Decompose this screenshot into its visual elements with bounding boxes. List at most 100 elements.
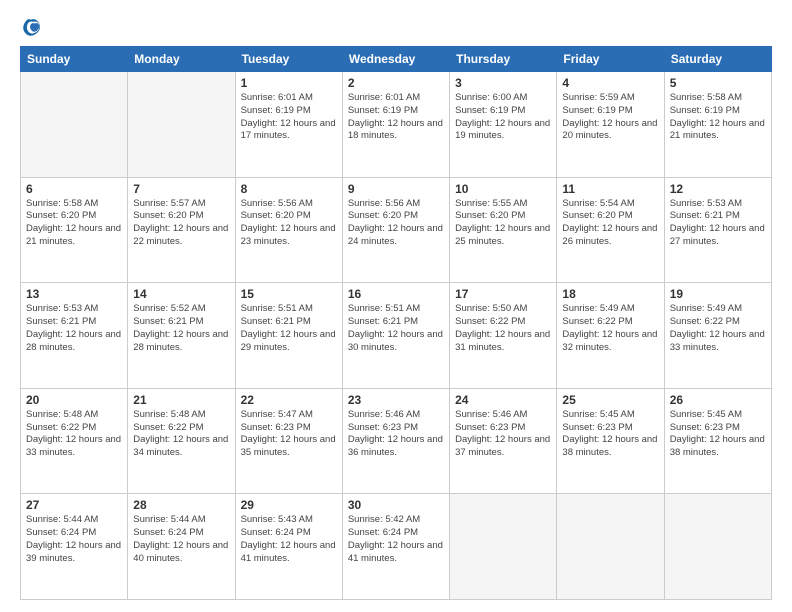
- day-number: 18: [562, 287, 658, 301]
- header: [20, 16, 772, 38]
- day-number: 4: [562, 76, 658, 90]
- calendar-cell: 15 Sunrise: 5:51 AM Sunset: 6:21 PM Dayli…: [235, 283, 342, 389]
- calendar-week-row: 27 Sunrise: 5:44 AM Sunset: 6:24 PM Dayli…: [21, 494, 772, 600]
- day-number: 8: [241, 182, 337, 196]
- calendar-week-row: 1 Sunrise: 6:01 AM Sunset: 6:19 PM Daylig…: [21, 72, 772, 178]
- day-number: 27: [26, 498, 122, 512]
- calendar-cell: 25Sunrise: 5:45 AM Sunset: 6:23 PM Dayli…: [557, 388, 664, 494]
- day-info: Sunrise: 5:46 AM Sunset: 6:23 PM Dayligh…: [455, 409, 551, 460]
- day-number: 23: [348, 393, 444, 407]
- logo: [20, 16, 46, 38]
- day-info: Sunrise: 6:00 AM Sunset: 6:19 PM Dayligh…: [455, 92, 551, 143]
- day-info: Sunrise: 5:53 AM Sunset: 6:21 PM Dayligh…: [670, 198, 766, 249]
- day-header-thursday: Thursday: [450, 47, 557, 72]
- calendar-cell: 29 Sunrise: 5:43 AM Sunset: 6:24 PM Dayli…: [235, 494, 342, 600]
- day-number: 21: [133, 393, 229, 407]
- calendar-cell: 26 Sunrise: 5:45 AM Sunset: 6:23 PM Dayli…: [664, 388, 771, 494]
- day-number: 11: [562, 182, 658, 196]
- calendar-cell: 21Sunrise: 5:48 AM Sunset: 6:22 PM Dayli…: [128, 388, 235, 494]
- day-info: Sunrise: 5:56 AM Sunset: 6:20 PM Dayligh…: [241, 198, 337, 249]
- day-number: 16: [348, 287, 444, 301]
- calendar-header-row: SundayMondayTuesdayWednesdayThursdayFrid…: [21, 47, 772, 72]
- day-info: Sunrise: 5:52 AM Sunset: 6:21 PM Dayligh…: [133, 303, 229, 354]
- day-number: 6: [26, 182, 122, 196]
- day-number: 13: [26, 287, 122, 301]
- day-header-saturday: Saturday: [664, 47, 771, 72]
- day-info: Sunrise: 5:49 AM Sunset: 6:22 PM Dayligh…: [670, 303, 766, 354]
- calendar-cell: 11 Sunrise: 5:54 AM Sunset: 6:20 PM Dayli…: [557, 177, 664, 283]
- calendar-cell: [664, 494, 771, 600]
- calendar-cell: 8 Sunrise: 5:56 AM Sunset: 6:20 PM Daylig…: [235, 177, 342, 283]
- calendar-cell: [128, 72, 235, 178]
- calendar-cell: 22 Sunrise: 5:47 AM Sunset: 6:23 PM Dayli…: [235, 388, 342, 494]
- calendar-table: SundayMondayTuesdayWednesdayThursdayFrid…: [20, 46, 772, 600]
- calendar-cell: 2Sunrise: 6:01 AM Sunset: 6:19 PM Daylig…: [342, 72, 449, 178]
- day-number: 14: [133, 287, 229, 301]
- day-info: Sunrise: 5:44 AM Sunset: 6:24 PM Dayligh…: [133, 514, 229, 565]
- calendar-week-row: 6 Sunrise: 5:58 AM Sunset: 6:20 PM Daylig…: [21, 177, 772, 283]
- calendar-cell: [557, 494, 664, 600]
- day-number: 7: [133, 182, 229, 196]
- calendar-cell: 7Sunrise: 5:57 AM Sunset: 6:20 PM Daylig…: [128, 177, 235, 283]
- day-info: Sunrise: 5:45 AM Sunset: 6:23 PM Dayligh…: [670, 409, 766, 460]
- day-info: Sunrise: 5:53 AM Sunset: 6:21 PM Dayligh…: [26, 303, 122, 354]
- day-info: Sunrise: 5:49 AM Sunset: 6:22 PM Dayligh…: [562, 303, 658, 354]
- day-info: Sunrise: 5:51 AM Sunset: 6:21 PM Dayligh…: [241, 303, 337, 354]
- day-number: 5: [670, 76, 766, 90]
- day-info: Sunrise: 5:58 AM Sunset: 6:20 PM Dayligh…: [26, 198, 122, 249]
- calendar-cell: 14 Sunrise: 5:52 AM Sunset: 6:21 PM Dayli…: [128, 283, 235, 389]
- calendar-cell: 19 Sunrise: 5:49 AM Sunset: 6:22 PM Dayli…: [664, 283, 771, 389]
- calendar-week-row: 13 Sunrise: 5:53 AM Sunset: 6:21 PM Dayli…: [21, 283, 772, 389]
- day-header-tuesday: Tuesday: [235, 47, 342, 72]
- day-info: Sunrise: 5:42 AM Sunset: 6:24 PM Dayligh…: [348, 514, 444, 565]
- calendar-cell: [450, 494, 557, 600]
- day-number: 15: [241, 287, 337, 301]
- day-header-wednesday: Wednesday: [342, 47, 449, 72]
- day-header-monday: Monday: [128, 47, 235, 72]
- day-info: Sunrise: 5:44 AM Sunset: 6:24 PM Dayligh…: [26, 514, 122, 565]
- day-info: Sunrise: 5:48 AM Sunset: 6:22 PM Dayligh…: [26, 409, 122, 460]
- day-number: 28: [133, 498, 229, 512]
- day-info: Sunrise: 6:01 AM Sunset: 6:19 PM Dayligh…: [241, 92, 337, 143]
- day-info: Sunrise: 5:58 AM Sunset: 6:19 PM Dayligh…: [670, 92, 766, 143]
- calendar-cell: 27 Sunrise: 5:44 AM Sunset: 6:24 PM Dayli…: [21, 494, 128, 600]
- calendar-cell: 9Sunrise: 5:56 AM Sunset: 6:20 PM Daylig…: [342, 177, 449, 283]
- logo-icon: [20, 16, 42, 38]
- calendar-week-row: 20 Sunrise: 5:48 AM Sunset: 6:22 PM Dayli…: [21, 388, 772, 494]
- calendar-cell: 24 Sunrise: 5:46 AM Sunset: 6:23 PM Dayli…: [450, 388, 557, 494]
- calendar-cell: 20 Sunrise: 5:48 AM Sunset: 6:22 PM Dayli…: [21, 388, 128, 494]
- day-info: Sunrise: 5:55 AM Sunset: 6:20 PM Dayligh…: [455, 198, 551, 249]
- day-info: Sunrise: 5:54 AM Sunset: 6:20 PM Dayligh…: [562, 198, 658, 249]
- day-number: 2: [348, 76, 444, 90]
- day-number: 12: [670, 182, 766, 196]
- day-info: Sunrise: 5:43 AM Sunset: 6:24 PM Dayligh…: [241, 514, 337, 565]
- day-header-friday: Friday: [557, 47, 664, 72]
- calendar-cell: 23 Sunrise: 5:46 AM Sunset: 6:23 PM Dayli…: [342, 388, 449, 494]
- calendar-cell: 12 Sunrise: 5:53 AM Sunset: 6:21 PM Dayli…: [664, 177, 771, 283]
- calendar-cell: 28 Sunrise: 5:44 AM Sunset: 6:24 PM Dayli…: [128, 494, 235, 600]
- calendar-cell: 10Sunrise: 5:55 AM Sunset: 6:20 PM Dayli…: [450, 177, 557, 283]
- day-number: 17: [455, 287, 551, 301]
- day-number: 26: [670, 393, 766, 407]
- calendar-cell: [21, 72, 128, 178]
- calendar-cell: 6 Sunrise: 5:58 AM Sunset: 6:20 PM Daylig…: [21, 177, 128, 283]
- day-info: Sunrise: 5:56 AM Sunset: 6:20 PM Dayligh…: [348, 198, 444, 249]
- day-number: 29: [241, 498, 337, 512]
- day-info: Sunrise: 5:47 AM Sunset: 6:23 PM Dayligh…: [241, 409, 337, 460]
- day-header-sunday: Sunday: [21, 47, 128, 72]
- day-number: 19: [670, 287, 766, 301]
- day-info: Sunrise: 5:50 AM Sunset: 6:22 PM Dayligh…: [455, 303, 551, 354]
- day-number: 30: [348, 498, 444, 512]
- day-number: 3: [455, 76, 551, 90]
- day-number: 22: [241, 393, 337, 407]
- day-info: Sunrise: 5:51 AM Sunset: 6:21 PM Dayligh…: [348, 303, 444, 354]
- calendar-cell: 18 Sunrise: 5:49 AM Sunset: 6:22 PM Dayli…: [557, 283, 664, 389]
- page: SundayMondayTuesdayWednesdayThursdayFrid…: [0, 0, 792, 612]
- day-number: 20: [26, 393, 122, 407]
- day-info: Sunrise: 5:46 AM Sunset: 6:23 PM Dayligh…: [348, 409, 444, 460]
- calendar-cell: 30 Sunrise: 5:42 AM Sunset: 6:24 PM Dayli…: [342, 494, 449, 600]
- day-info: Sunrise: 5:59 AM Sunset: 6:19 PM Dayligh…: [562, 92, 658, 143]
- day-number: 1: [241, 76, 337, 90]
- day-number: 24: [455, 393, 551, 407]
- calendar-cell: 17 Sunrise: 5:50 AM Sunset: 6:22 PM Dayli…: [450, 283, 557, 389]
